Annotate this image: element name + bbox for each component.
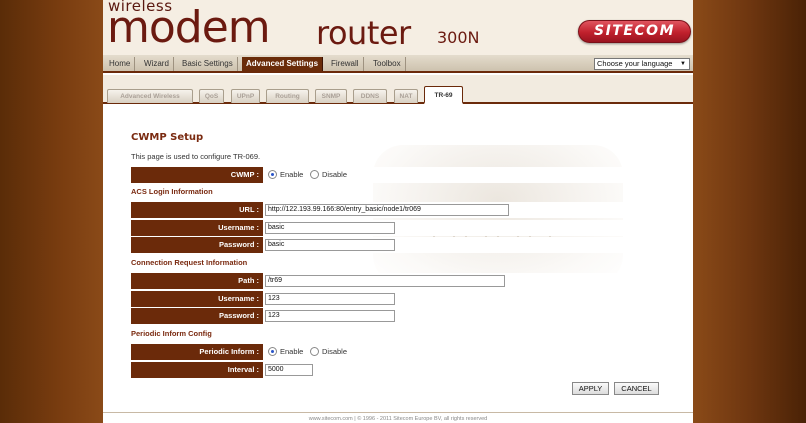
nav-basic-settings[interactable]: Basic Settings	[178, 57, 238, 71]
tab-qos[interactable]: QoS	[199, 89, 224, 103]
nav-firewall[interactable]: Firewall	[327, 57, 364, 71]
conn-path-cell: /tr69	[263, 273, 657, 289]
nav-toolbox[interactable]: Toolbox	[369, 57, 406, 71]
conn-password-label: Password :	[131, 308, 263, 324]
interval-cell: 5000	[263, 362, 657, 378]
conn-password-input[interactable]: 123	[265, 310, 395, 322]
content-area: CWMP Setup This page is used to configur…	[103, 105, 693, 410]
conn-path-label: Path :	[131, 273, 263, 289]
conn-username-input[interactable]: 123	[265, 293, 395, 305]
acs-section-heading: ACS Login Information	[131, 187, 213, 196]
nav-advanced-settings[interactable]: Advanced Settings	[242, 57, 324, 71]
tab-tr-69[interactable]: TR-69	[424, 86, 463, 104]
acs-url-label: URL :	[131, 202, 263, 218]
acs-password-label: Password :	[131, 237, 263, 253]
tab-upnp[interactable]: UPnP	[231, 89, 260, 103]
nav-home[interactable]: Home	[105, 57, 136, 71]
chevron-down-icon: ▼	[680, 61, 686, 67]
conn-path-input[interactable]: /tr69	[265, 275, 505, 287]
tab-nat[interactable]: NAT	[394, 89, 418, 103]
nav-wizard[interactable]: Wizard	[140, 57, 174, 71]
cancel-button[interactable]: CANCEL	[614, 382, 659, 395]
right-border-panel	[693, 0, 806, 423]
language-select[interactable]: Choose your language ▼	[594, 58, 690, 70]
page-container: wireless modem router 300N SITECOM Home …	[103, 0, 693, 423]
acs-url-input[interactable]: http://122.193.99.166:80/entry_basic/nod…	[265, 204, 509, 216]
periodic-disable-label: Disable	[322, 347, 348, 356]
interval-input[interactable]: 5000	[265, 364, 313, 376]
periodic-enable-label: Enable	[280, 347, 304, 356]
logo-model-text: 300N	[437, 28, 480, 47]
left-border-panel	[0, 0, 103, 423]
logo-router-text: router	[316, 14, 411, 52]
sitecom-logo: SITECOM	[578, 20, 691, 43]
periodic-inform-cell: Enable Disable	[263, 344, 657, 360]
cwmp-disable-radio[interactable]	[310, 170, 319, 179]
footer-text: www.sitecom.com | © 1996 - 2011 Sitecom …	[308, 416, 488, 422]
acs-password-cell: basic	[263, 237, 657, 253]
cwmp-label: CWMP :	[131, 167, 263, 183]
page-title: CWMP Setup	[131, 132, 204, 143]
conn-username-label: Username :	[131, 291, 263, 307]
tab-advanced-wireless[interactable]: Advanced Wireless	[107, 89, 193, 103]
cwmp-enable-label: Enable	[280, 170, 304, 179]
logo-modem-text: modem	[107, 2, 271, 53]
acs-username-input[interactable]: basic	[265, 222, 395, 234]
cwmp-disable-label: Disable	[322, 170, 348, 179]
page-description: This page is used to configure TR-069.	[131, 152, 261, 161]
periodic-inform-label: Periodic Inform :	[131, 344, 263, 360]
periodic-enable-radio[interactable]	[268, 347, 277, 356]
periodic-section-heading: Periodic Inform Config	[131, 329, 212, 338]
interval-label: Interval :	[131, 362, 263, 378]
footer-divider	[103, 412, 693, 413]
acs-url-cell: http://122.193.99.166:80/entry_basic/nod…	[263, 202, 657, 218]
cwmp-enable-radio[interactable]	[268, 170, 277, 179]
header: wireless modem router 300N SITECOM	[103, 0, 693, 55]
language-select-value: Choose your language	[597, 59, 673, 68]
acs-username-cell: basic	[263, 220, 657, 236]
acs-username-label: Username :	[131, 220, 263, 236]
tab-snmp[interactable]: SNMP	[315, 89, 347, 103]
cwmp-value-cell: Enable Disable	[263, 167, 657, 183]
conn-password-cell: 123	[263, 308, 657, 324]
tab-ddns[interactable]: DDNS	[353, 89, 387, 103]
periodic-disable-radio[interactable]	[310, 347, 319, 356]
main-nav: Home Wizard Basic Settings Advanced Sett…	[103, 55, 693, 73]
conn-req-section-heading: Connection Request Information	[131, 258, 248, 267]
conn-username-cell: 123	[263, 291, 657, 307]
subtab-strip: Advanced Wireless QoS UPnP Routing SNMP …	[103, 75, 693, 104]
tab-routing[interactable]: Routing	[266, 89, 309, 103]
acs-password-input[interactable]: basic	[265, 239, 395, 251]
apply-button[interactable]: APPLY	[572, 382, 609, 395]
